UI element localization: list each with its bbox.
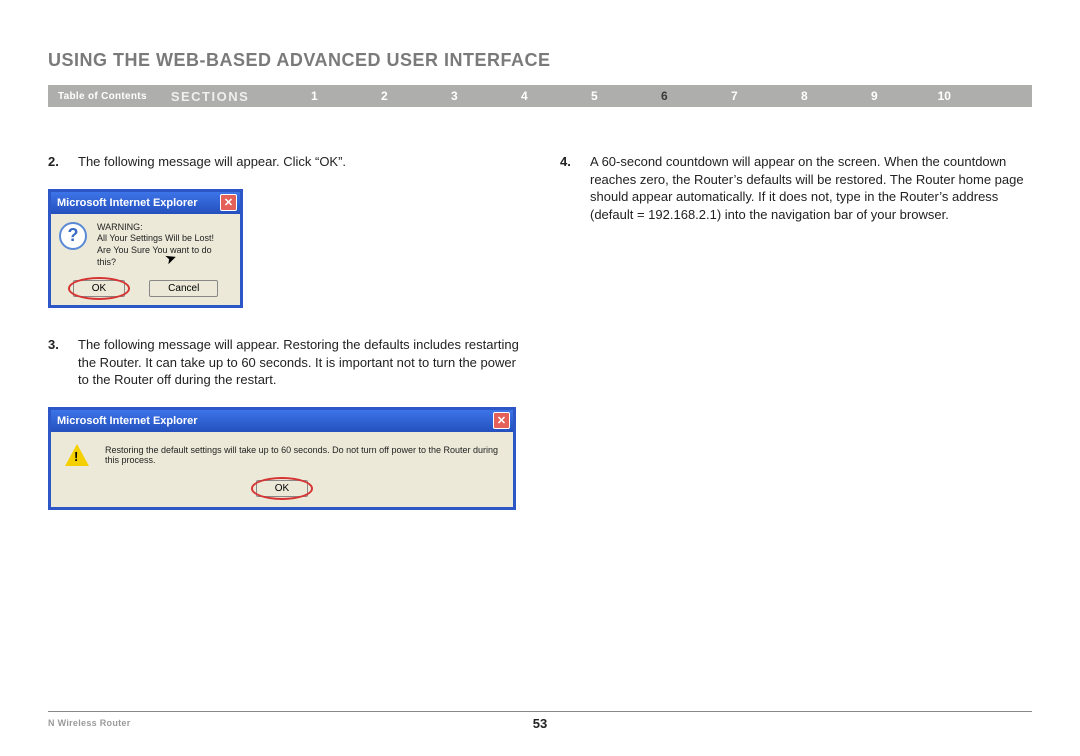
ok-button[interactable]: OK <box>256 480 308 497</box>
close-icon[interactable]: ✕ <box>493 412 510 429</box>
nav-item-5[interactable]: 5 <box>559 89 629 103</box>
warn-line1: WARNING: <box>97 222 232 234</box>
dialog-buttons: OK <box>51 474 513 507</box>
nav-item-4[interactable]: 4 <box>489 89 559 103</box>
page-title: USING THE WEB-BASED ADVANCED USER INTERF… <box>48 50 1032 71</box>
restoring-dialog: Microsoft Internet Explorer ✕ Restoring … <box>48 407 516 510</box>
nav-item-2[interactable]: 2 <box>349 89 419 103</box>
nav-item-7[interactable]: 7 <box>699 89 769 103</box>
dialog-title: Microsoft Internet Explorer <box>57 197 198 209</box>
page-footer: N Wireless Router 53 <box>48 711 1032 728</box>
step-text: The following message will appear. Click… <box>78 153 520 171</box>
confirm-dialog: Microsoft Internet Explorer ✕ ? WARNING:… <box>48 189 243 309</box>
nav-item-3[interactable]: 3 <box>419 89 489 103</box>
ok-button[interactable]: OK <box>73 280 125 297</box>
dialog-title: Microsoft Internet Explorer <box>57 415 198 427</box>
warn-line2: All Your Settings Will be Lost! <box>97 233 232 245</box>
nav-item-9[interactable]: 9 <box>839 89 909 103</box>
step-text: A 60-second countdown will appear on the… <box>590 153 1032 223</box>
step-text: The following message will appear. Resto… <box>78 336 520 389</box>
dialog-body: Restoring the default settings will take… <box>51 432 513 474</box>
dialog-buttons: OK ➤ Cancel <box>51 278 240 305</box>
dialog-body: ? WARNING: All Your Settings Will be Los… <box>51 214 240 279</box>
nav-sections-label: SECTIONS <box>171 89 279 104</box>
nav-item-1[interactable]: 1 <box>279 89 349 103</box>
question-icon: ? <box>59 222 87 250</box>
step-num: 3. <box>48 336 78 389</box>
nav-item-6[interactable]: 6 <box>629 89 699 103</box>
cancel-button[interactable]: Cancel <box>149 280 218 297</box>
dialog-message: Restoring the default settings will take… <box>105 445 499 465</box>
content-columns: 2. The following message will appear. Cl… <box>48 153 1032 510</box>
left-column: 2. The following message will appear. Cl… <box>48 153 520 510</box>
dialog-message: WARNING: All Your Settings Will be Lost!… <box>97 222 232 269</box>
dialog-titlebar: Microsoft Internet Explorer ✕ <box>51 192 240 214</box>
right-column: 4. A 60-second countdown will appear on … <box>560 153 1032 510</box>
close-icon[interactable]: ✕ <box>220 194 237 211</box>
page-number: 53 <box>533 716 547 731</box>
nav-toc[interactable]: Table of Contents <box>58 91 171 102</box>
step-num: 2. <box>48 153 78 171</box>
step-3: 3. The following message will appear. Re… <box>48 336 520 389</box>
dialog-titlebar: Microsoft Internet Explorer ✕ <box>51 410 513 432</box>
warning-icon <box>65 444 89 466</box>
step-num: 4. <box>560 153 590 223</box>
step-2: 2. The following message will appear. Cl… <box>48 153 520 171</box>
nav-item-8[interactable]: 8 <box>769 89 839 103</box>
product-name: N Wireless Router <box>48 718 131 728</box>
manual-page: USING THE WEB-BASED ADVANCED USER INTERF… <box>0 0 1080 756</box>
nav-item-10[interactable]: 10 <box>909 89 979 103</box>
section-nav: Table of Contents SECTIONS 1 2 3 4 5 6 7… <box>48 85 1032 107</box>
step-4: 4. A 60-second countdown will appear on … <box>560 153 1032 223</box>
